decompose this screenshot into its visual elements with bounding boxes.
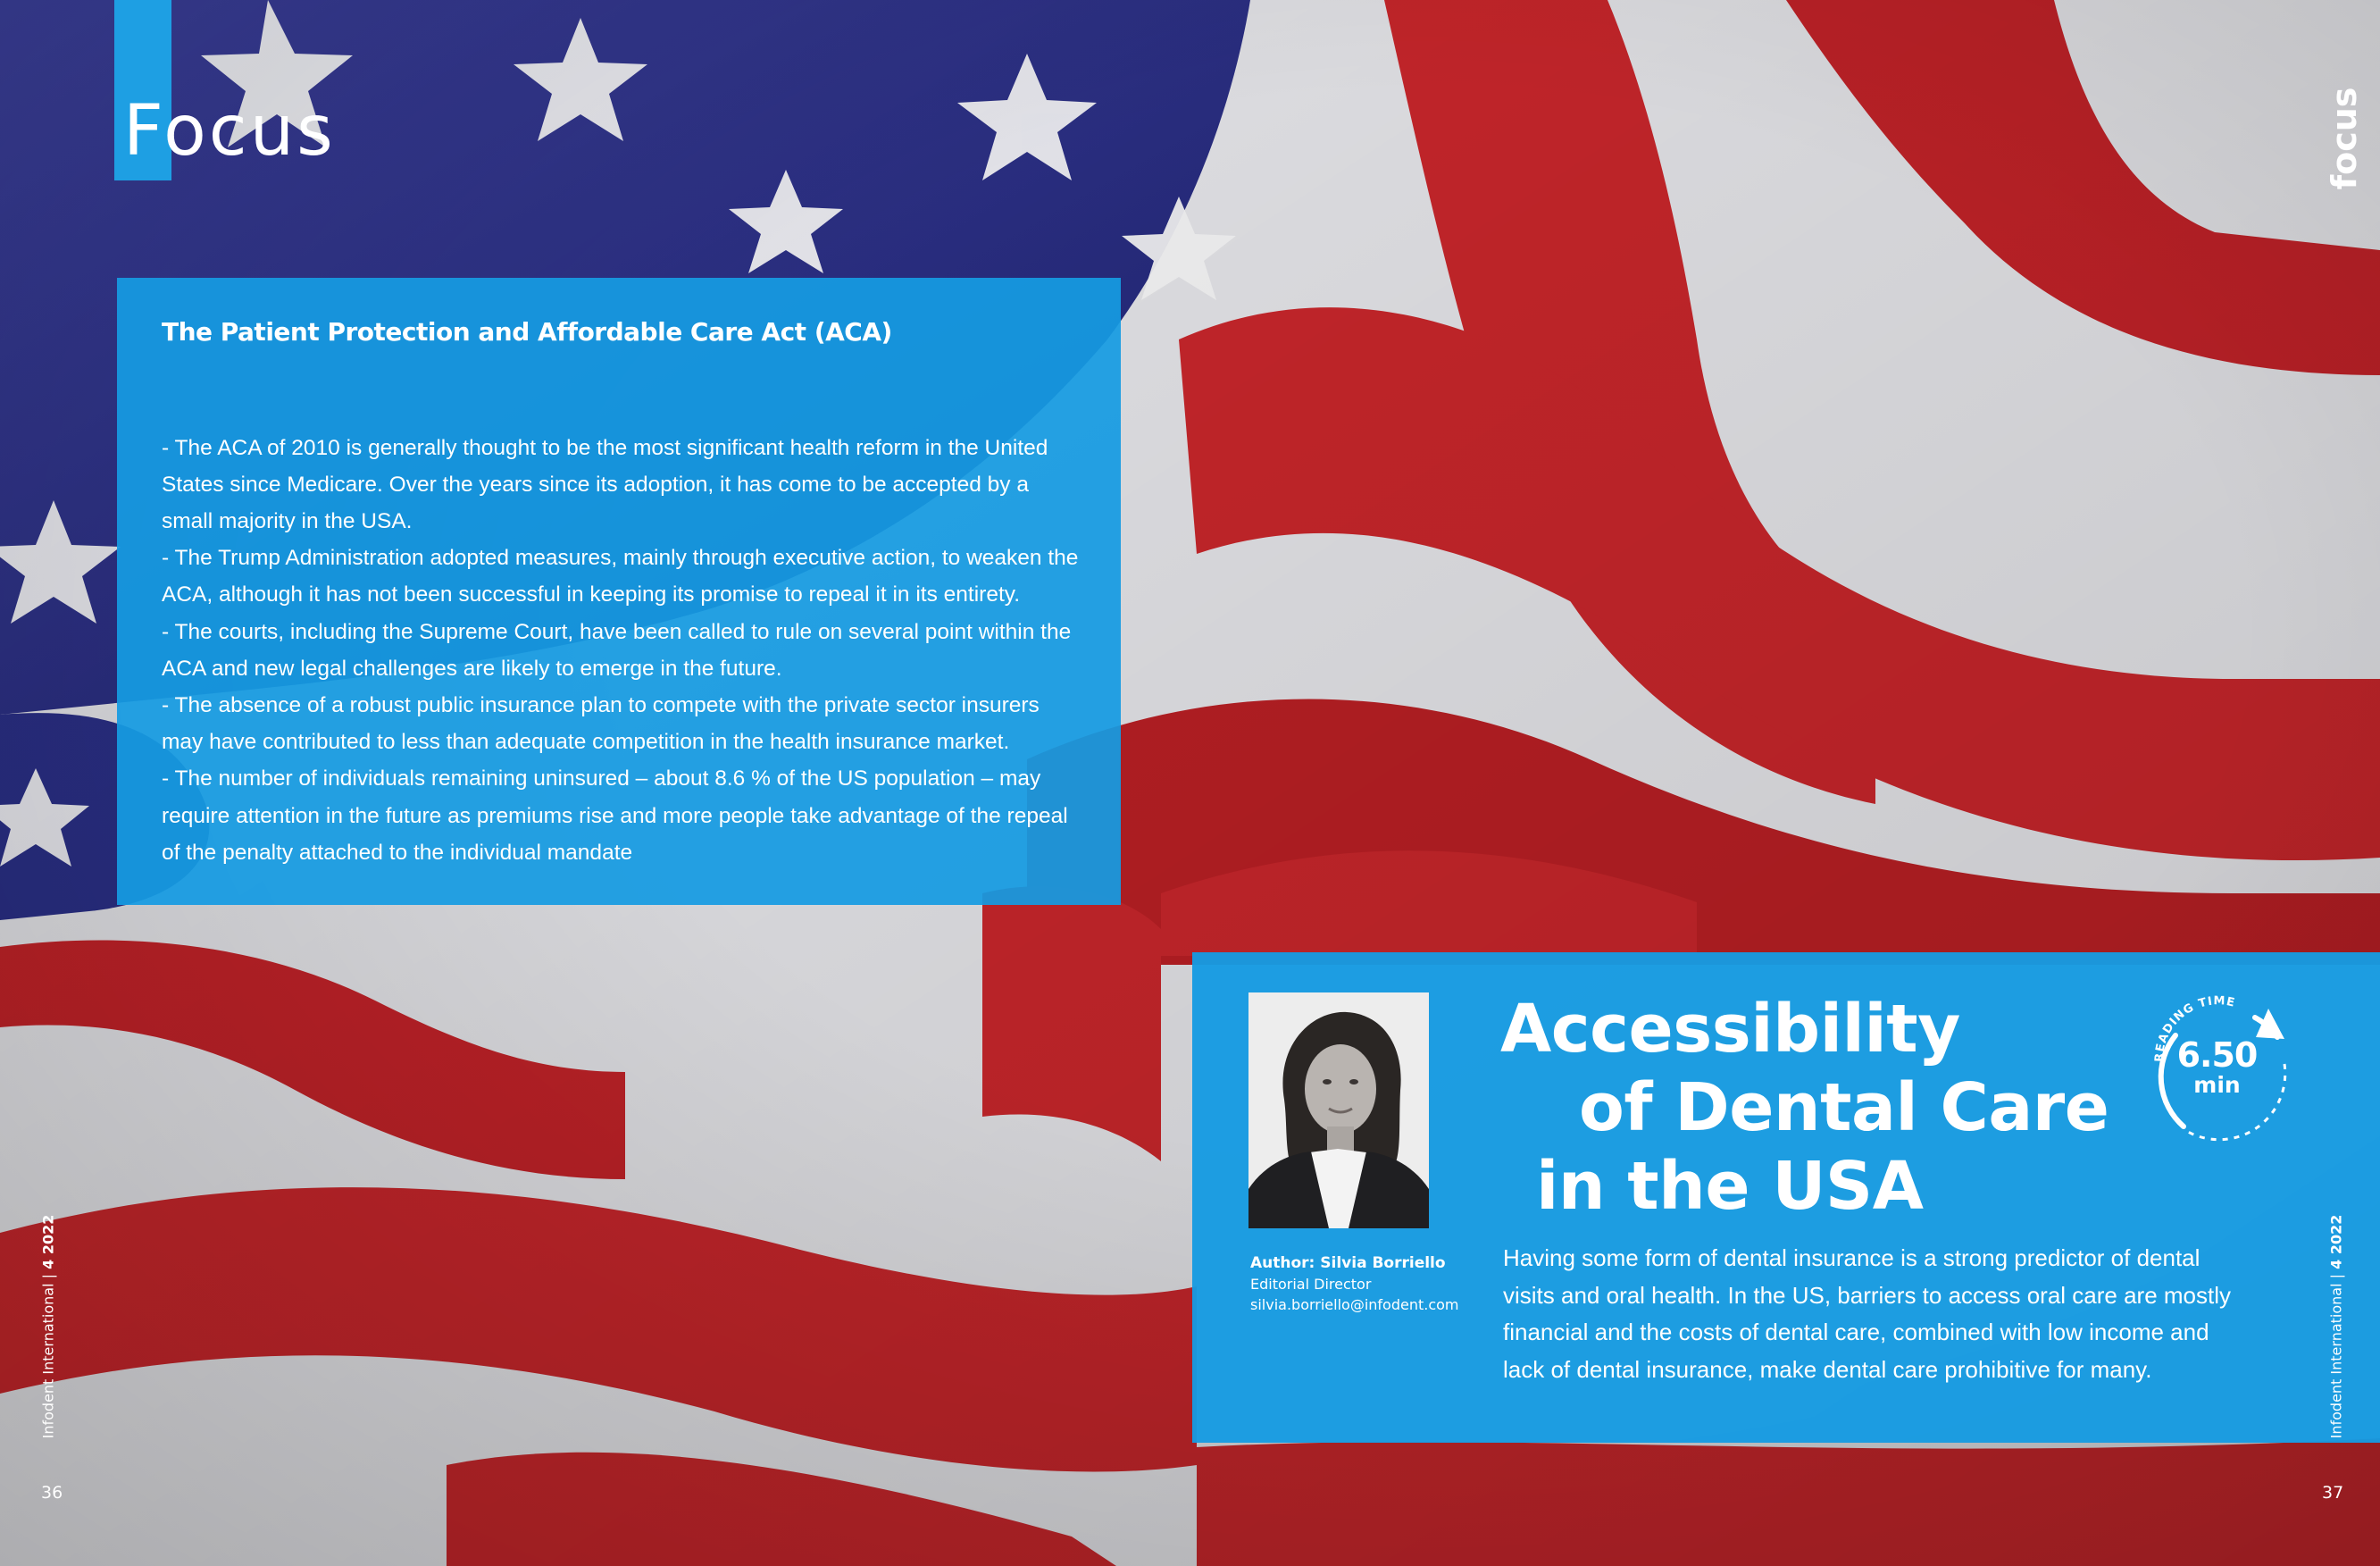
footer-journal: Infodent International bbox=[2327, 1283, 2345, 1439]
footer-vertical-right: Infodent International | 4 2022 bbox=[2318, 1215, 2354, 1439]
side-section-label-text: focus bbox=[2325, 87, 2364, 190]
footer-separator: | bbox=[39, 1273, 57, 1279]
author-email[interactable]: silvia.borriello@infodent.com bbox=[1250, 1294, 1500, 1315]
headline-line: Accessibility bbox=[1500, 991, 1960, 1068]
section-title: Focus bbox=[123, 91, 336, 172]
article-intro-box: Author: Silvia Borriello Editorial Direc… bbox=[1192, 952, 2380, 1443]
reading-time-unit: min bbox=[2193, 1072, 2241, 1098]
article-headline: Accessibility of Dental Care in the USA bbox=[1500, 990, 2125, 1226]
footer-separator: | bbox=[2327, 1273, 2345, 1279]
aca-point: - The ACA of 2010 is generally thought t… bbox=[162, 435, 1048, 533]
aca-info-box: The Patient Protection and Affordable Ca… bbox=[117, 278, 1121, 905]
footer-journal: Infodent International bbox=[39, 1283, 57, 1439]
author-name: Author: Silvia Borriello bbox=[1250, 1254, 1446, 1272]
aca-point: - The absence of a robust public insuran… bbox=[162, 693, 1040, 755]
author-photo bbox=[1248, 992, 1429, 1228]
aca-point: - The number of individuals remaining un… bbox=[162, 766, 1068, 865]
footer-vertical-left: Infodent International | 4 2022 bbox=[30, 1215, 66, 1439]
page-number-right: 37 bbox=[2322, 1483, 2344, 1503]
author-info: Author: Silvia Borriello Editorial Direc… bbox=[1250, 1252, 1500, 1315]
article-lead: Having some form of dental insurance is … bbox=[1503, 1244, 2232, 1383]
headline-line: in the USA bbox=[1536, 1148, 1924, 1225]
aca-box-title: The Patient Protection and Affordable Ca… bbox=[162, 317, 892, 347]
side-section-label: focus bbox=[2309, 80, 2380, 197]
reading-time-value: 6.50 bbox=[2176, 1035, 2259, 1075]
headline-line: of Dental Care bbox=[1579, 1069, 2109, 1146]
aca-points-list: - The ACA of 2010 is generally thought t… bbox=[162, 430, 1085, 871]
page-number-left: 36 bbox=[41, 1483, 63, 1503]
footer-issue: 4 2022 bbox=[2327, 1214, 2345, 1269]
aca-point: - The courts, including the Supreme Cour… bbox=[162, 619, 1072, 681]
reading-time-badge: READING TIME 6.50 min bbox=[2143, 992, 2304, 1153]
aca-point: - The Trump Administration adopted measu… bbox=[162, 546, 1079, 607]
author-role: Editorial Director bbox=[1250, 1276, 1372, 1293]
footer-issue: 4 2022 bbox=[39, 1214, 57, 1269]
